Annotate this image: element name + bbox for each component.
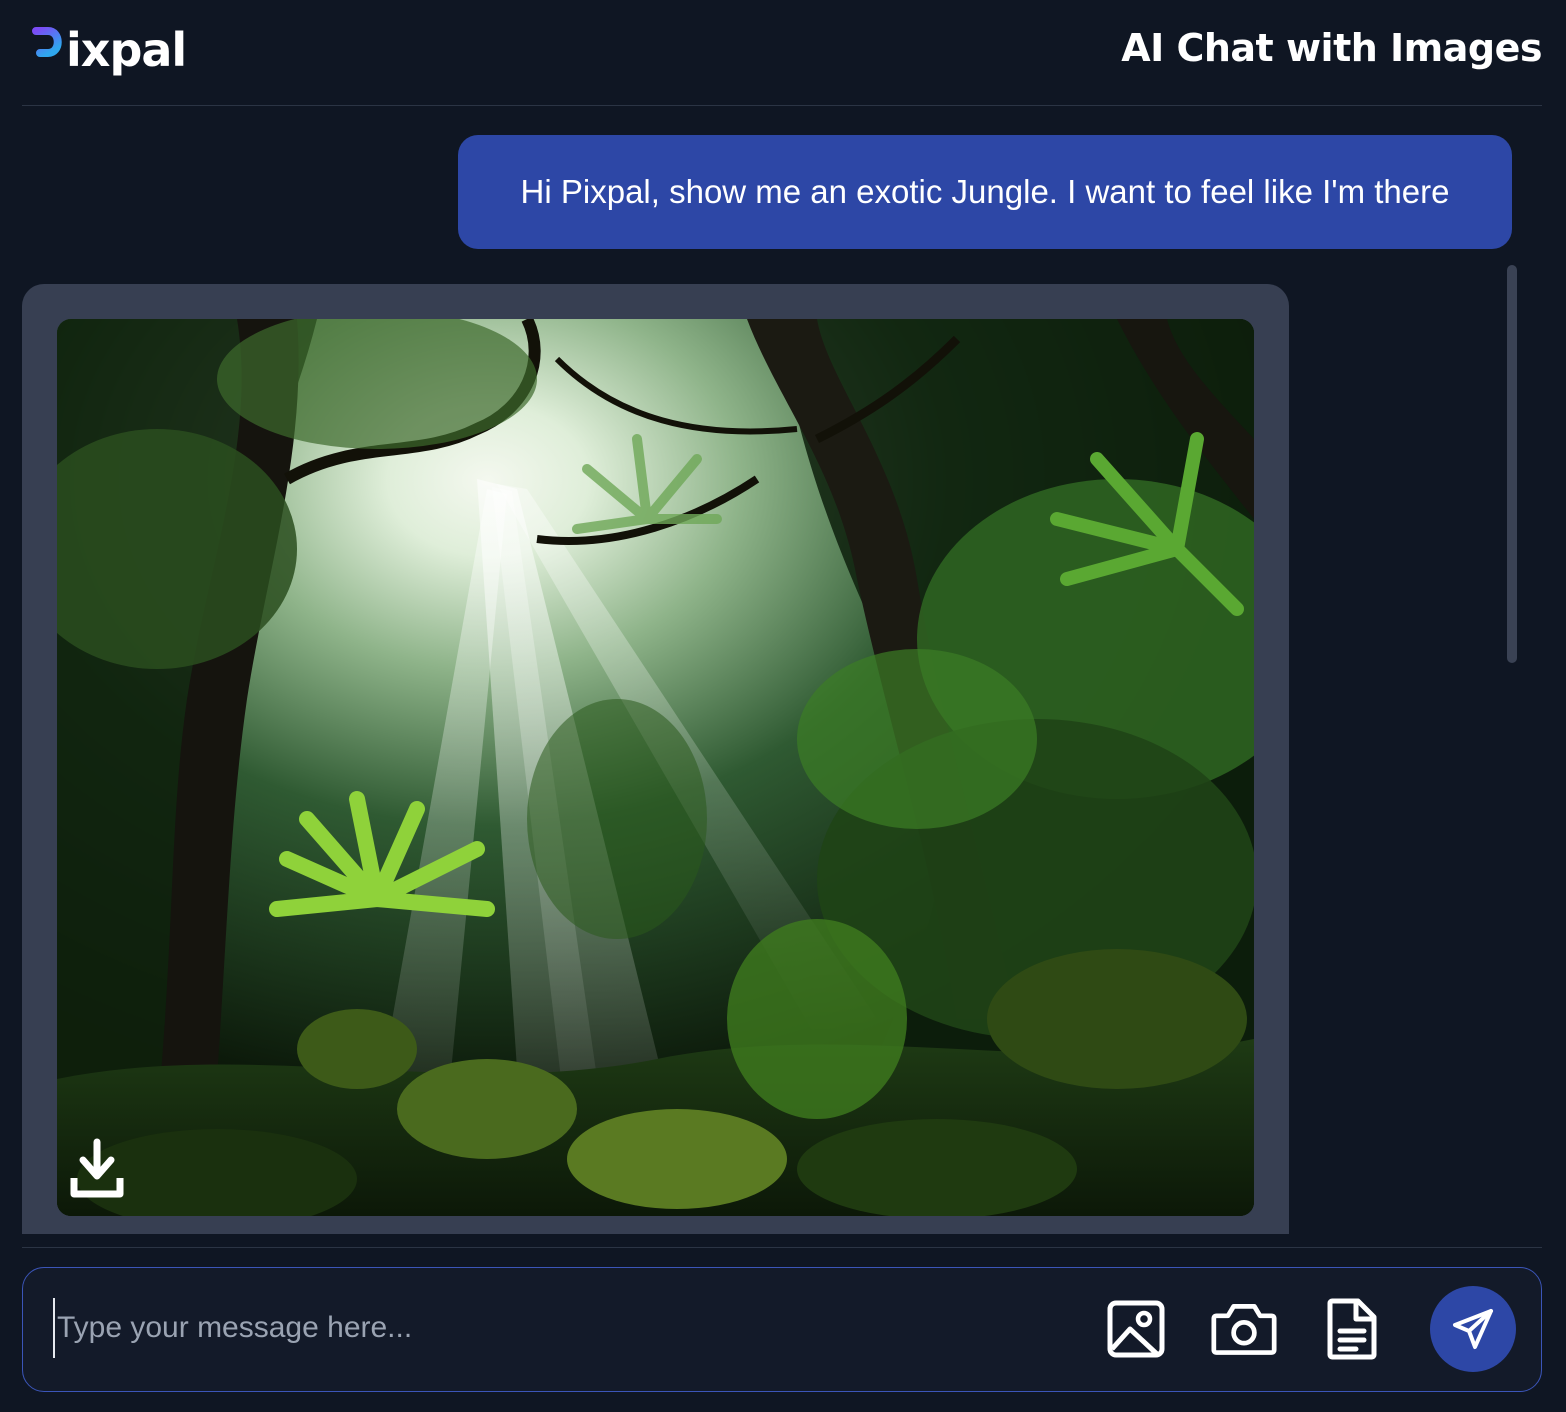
pixpal-logo-mark-icon (28, 27, 62, 75)
pixpal-logo[interactable]: ixpal (28, 18, 187, 82)
document-icon (1327, 1298, 1377, 1360)
image-upload-icon (1107, 1300, 1165, 1358)
attach-document-button[interactable] (1319, 1296, 1385, 1362)
download-button[interactable] (69, 1138, 125, 1202)
logo-text: ixpal (66, 23, 187, 77)
camera-button[interactable] (1211, 1296, 1277, 1362)
user-message-text: Hi Pixpal, show me an exotic Jungle. I w… (520, 173, 1450, 210)
camera-icon (1211, 1304, 1277, 1355)
composer-divider (22, 1247, 1542, 1248)
send-icon (1453, 1309, 1493, 1349)
send-button[interactable] (1430, 1286, 1516, 1372)
jungle-illustration (57, 319, 1254, 1216)
message-input[interactable] (53, 1298, 1093, 1358)
generated-jungle-image[interactable] (57, 319, 1254, 1216)
message-composer (22, 1267, 1542, 1392)
page-title: AI Chat with Images (1121, 26, 1542, 70)
download-icon (70, 1138, 124, 1198)
assistant-message-bubble (22, 284, 1289, 1234)
app-header: ixpal AI Chat with Images (22, 0, 1542, 106)
attach-image-button[interactable] (1103, 1296, 1169, 1362)
user-message-bubble: Hi Pixpal, show me an exotic Jungle. I w… (458, 135, 1512, 249)
chat-scrollbar-thumb[interactable] (1507, 265, 1517, 663)
chat-messages[interactable]: Hi Pixpal, show me an exotic Jungle. I w… (22, 107, 1542, 1247)
